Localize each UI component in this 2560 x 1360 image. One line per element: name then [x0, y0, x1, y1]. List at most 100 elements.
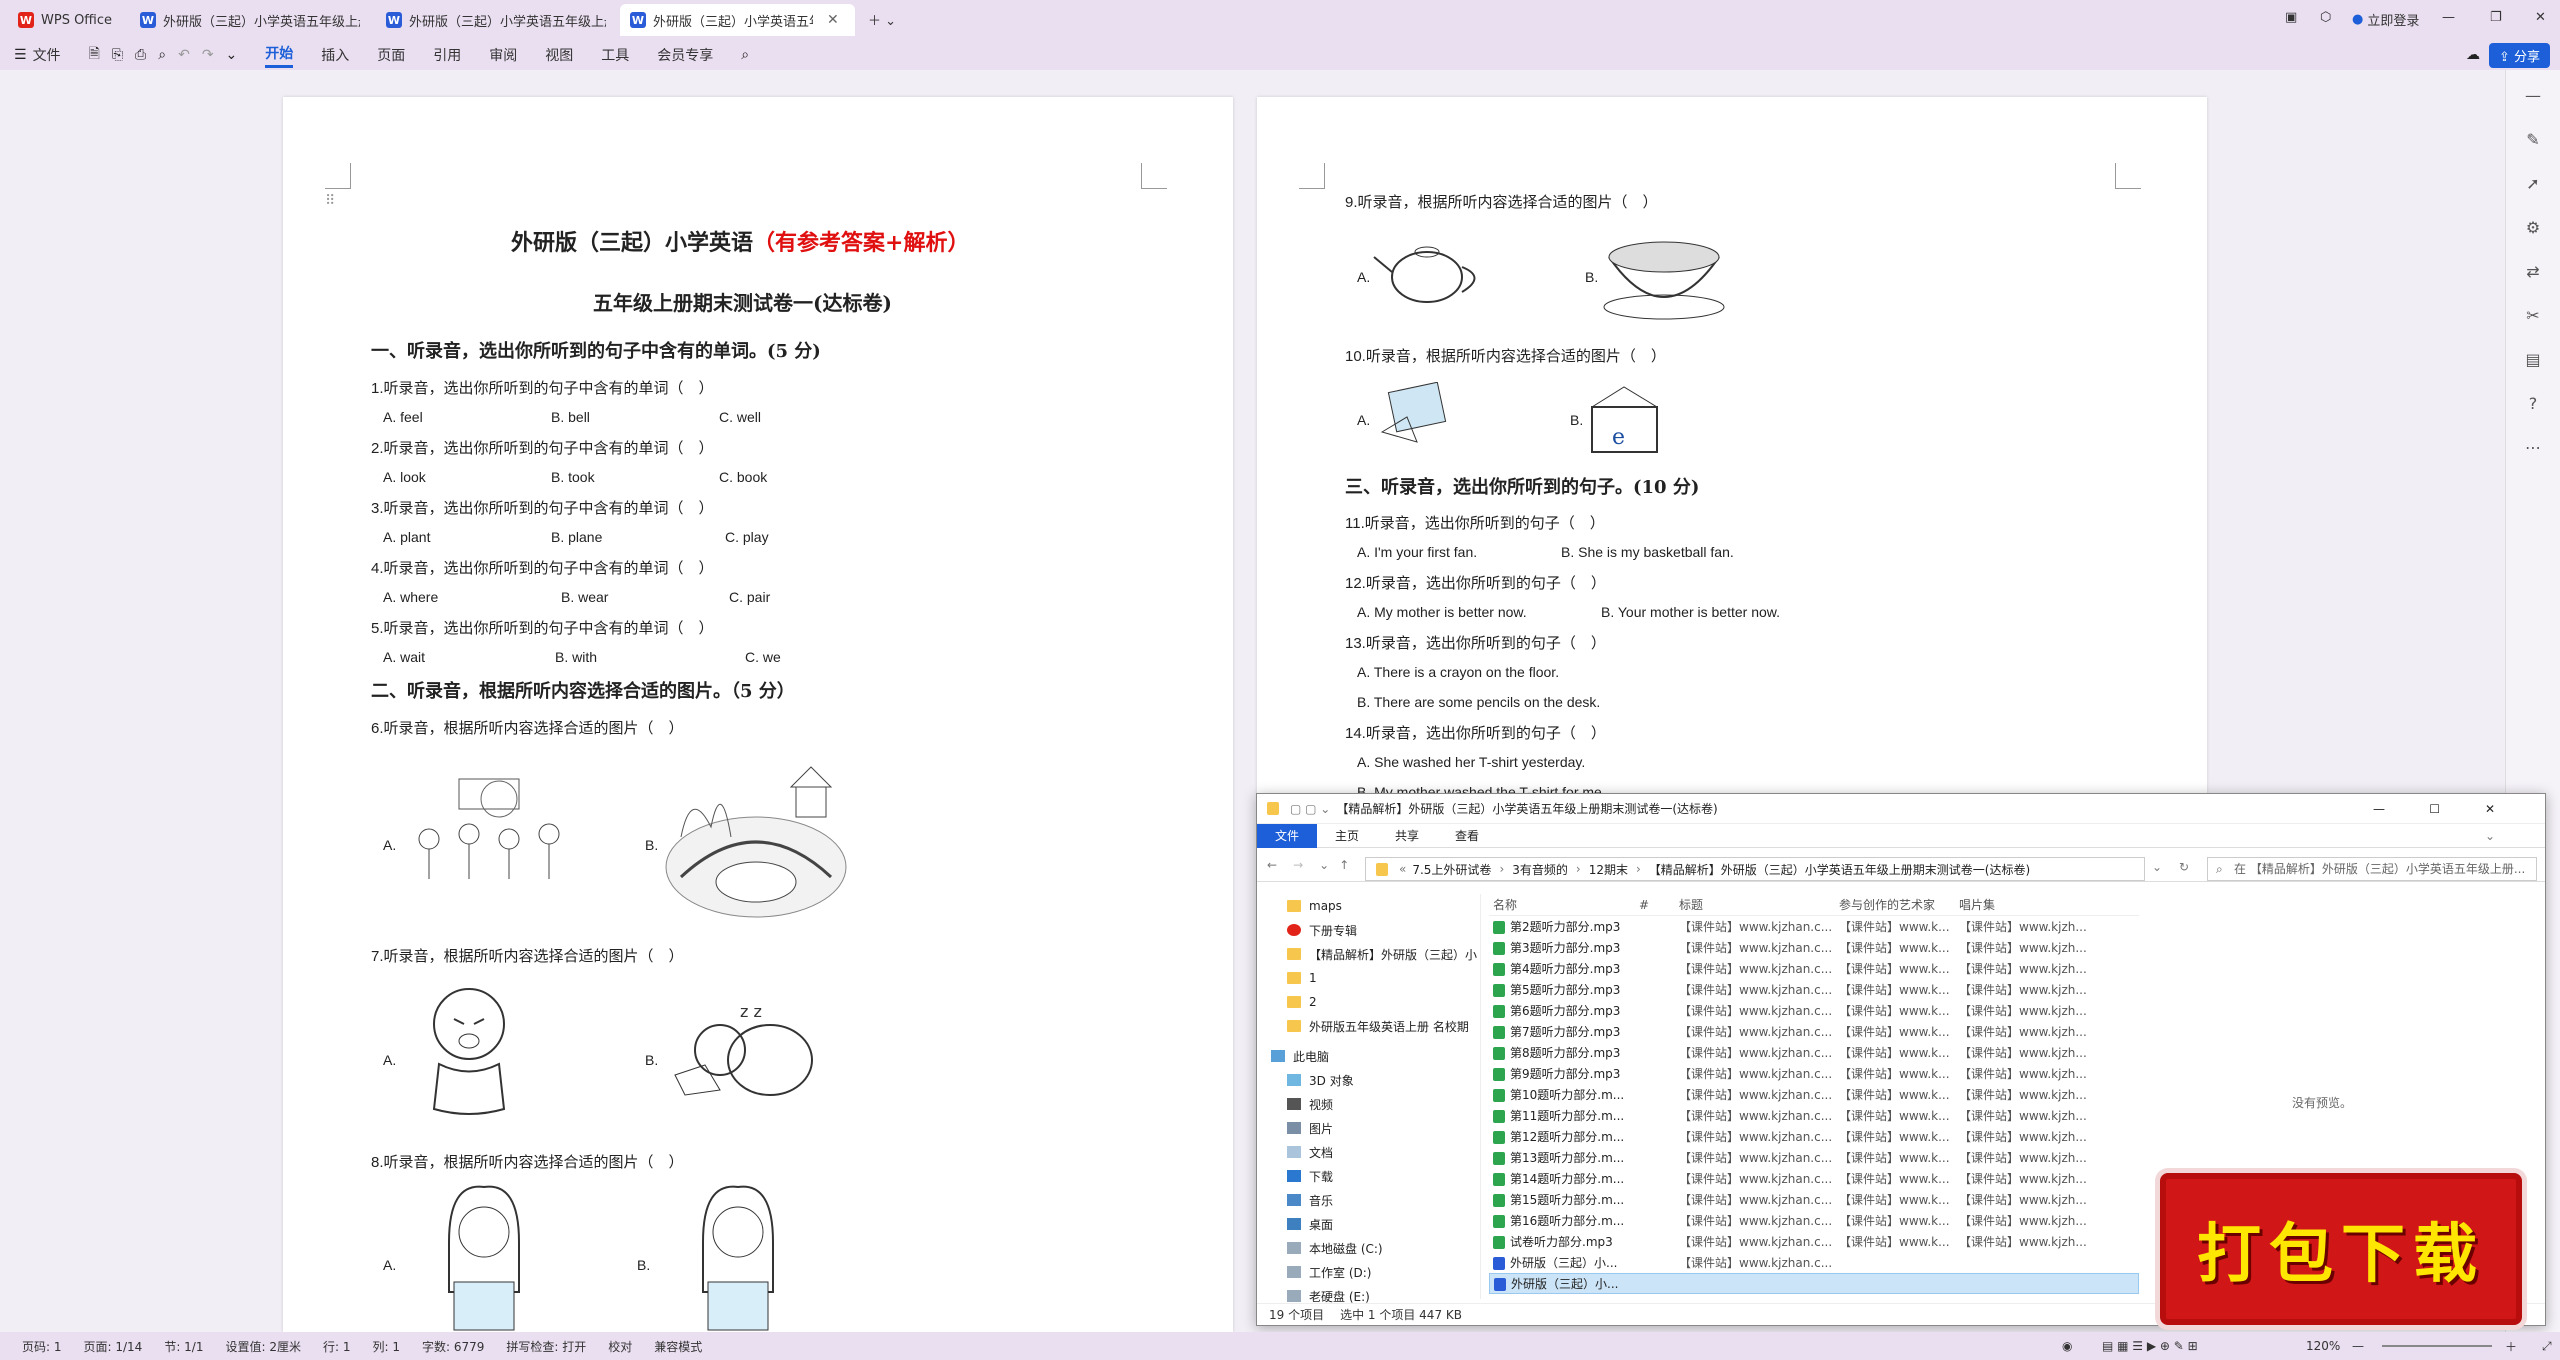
print-icon[interactable]: ⎙: [135, 47, 146, 63]
status-column[interactable]: 列: 1: [372, 1338, 400, 1355]
export-icon[interactable]: ⎘: [112, 47, 123, 63]
nav-item[interactable]: 1: [1257, 966, 1480, 990]
more-icon[interactable]: ⌄: [226, 47, 238, 63]
nav-item[interactable]: 【精品解析】外研版（三起）小: [1257, 942, 1480, 966]
status-page[interactable]: 页码: 1: [22, 1338, 62, 1355]
explorer-menu-home[interactable]: 主页: [1317, 824, 1377, 848]
nav-item[interactable]: 本地磁盘 (C:): [1257, 1236, 1480, 1260]
file-row[interactable]: 第11题听力部分.m... 【课件站】www.kjzhan.c... 【课件站】ww…: [1489, 1105, 2139, 1126]
dropdown-icon[interactable]: ⌄: [2152, 860, 2162, 874]
nav-item[interactable]: 此电脑: [1257, 1044, 1480, 1068]
minimize-panel-icon[interactable]: —: [2522, 86, 2544, 108]
save-icon[interactable]: 🗎: [89, 43, 100, 67]
file-row[interactable]: 第7题听力部分.mp3 【课件站】www.kjzhan.c... 【课件站】www.…: [1489, 1021, 2139, 1042]
column-artist[interactable]: 参与创作的艺术家: [1839, 896, 1959, 913]
column-album[interactable]: 唱片集: [1959, 896, 2089, 913]
file-row[interactable]: 第6题听力部分.mp3 【课件站】www.kjzhan.c... 【课件站】www.…: [1489, 1000, 2139, 1021]
book-icon[interactable]: ▤: [2522, 350, 2544, 372]
column-name[interactable]: 名称: [1489, 896, 1639, 913]
zoom-level[interactable]: 120%: [2306, 1339, 2340, 1353]
help-icon[interactable]: ?: [2522, 394, 2544, 416]
file-row[interactable]: 第16题听力部分.m... 【课件站】www.kjzhan.c... 【课件站】ww…: [1489, 1210, 2139, 1231]
restore-button[interactable]: ❐: [2490, 10, 2502, 25]
search-input[interactable]: ⌕ 在 【精品解析】外研版（三起）小学英语五年级上册...: [2207, 857, 2537, 881]
file-row[interactable]: 第10题听力部分.m... 【课件站】www.kjzhan.c... 【课件站】ww…: [1489, 1084, 2139, 1105]
recent-icon[interactable]: ⌄: [1319, 858, 1329, 872]
status-pages[interactable]: 页面: 1/14: [84, 1338, 143, 1355]
download-package-badge[interactable]: 打包下载: [2160, 1173, 2522, 1325]
zoom-in-icon[interactable]: ＋: [2505, 1338, 2517, 1355]
select-icon[interactable]: ➚: [2522, 174, 2544, 196]
tools-icon[interactable]: ✂: [2522, 306, 2544, 328]
close-button[interactable]: ✕: [2485, 802, 2495, 816]
file-row[interactable]: 第2题听力部分.mp3 【课件站】www.kjzhan.c... 【课件站】www.…: [1489, 916, 2139, 937]
fit-icon[interactable]: ⤢: [2542, 1339, 2552, 1354]
tab-page[interactable]: 页面: [377, 45, 405, 65]
close-tab-icon[interactable]: ✕: [827, 12, 839, 28]
file-row[interactable]: 第14题听力部分.m... 【课件站】www.kjzhan.c... 【课件站】ww…: [1489, 1168, 2139, 1189]
tab-tools[interactable]: 工具: [601, 45, 629, 65]
nav-item[interactable]: 桌面: [1257, 1212, 1480, 1236]
file-row[interactable]: 第12题听力部分.m... 【课件站】www.kjzhan.c... 【课件站】ww…: [1489, 1126, 2139, 1147]
nav-item[interactable]: 外研版五年级英语上册 名校期: [1257, 1014, 1480, 1038]
maximize-button[interactable]: ☐: [2429, 802, 2440, 816]
tab-document-3[interactable]: W 外研版（三起）小学英语五年... ✕: [620, 4, 855, 36]
file-row[interactable]: 外研版（三起）小...: [1489, 1273, 2139, 1294]
status-proofread[interactable]: 校对: [608, 1338, 632, 1355]
breadcrumb-item[interactable]: 3有音频的: [1512, 861, 1568, 878]
status-setting[interactable]: 设置值: 2厘米: [225, 1338, 301, 1355]
nav-item[interactable]: 音乐: [1257, 1188, 1480, 1212]
settings-icon[interactable]: ⚙: [2522, 218, 2544, 240]
nav-item[interactable]: 2: [1257, 990, 1480, 1014]
share-button[interactable]: ⇪ 分享: [2488, 43, 2550, 68]
undo-icon[interactable]: ↶: [178, 47, 190, 63]
nav-item[interactable]: 视频: [1257, 1092, 1480, 1116]
nav-item[interactable]: 3D 对象: [1257, 1068, 1480, 1092]
nav-item[interactable]: 文档: [1257, 1140, 1480, 1164]
status-wordcount[interactable]: 字数: 6779: [422, 1338, 484, 1355]
explorer-menu-share[interactable]: 共享: [1377, 824, 1437, 848]
layout-icon[interactable]: ▣: [2285, 10, 2297, 25]
pen-icon[interactable]: ✎: [2522, 130, 2544, 152]
tab-wps-home[interactable]: W WPS Office: [8, 4, 122, 36]
tab-view[interactable]: 视图: [545, 45, 573, 65]
status-spellcheck[interactable]: 拼写检查: 打开: [506, 1338, 586, 1355]
nav-item[interactable]: 工作室 (D:): [1257, 1260, 1480, 1284]
nav-item[interactable]: 下载: [1257, 1164, 1480, 1188]
status-row[interactable]: 行: 1: [323, 1338, 351, 1355]
tab-reference[interactable]: 引用: [433, 45, 461, 65]
tab-home[interactable]: 开始: [265, 43, 294, 68]
breadcrumb-item[interactable]: 【精品解析】外研版（三起）小学英语五年级上册期末测试卷一(达标卷): [1649, 861, 2030, 878]
close-window-button[interactable]: ✕: [2535, 10, 2546, 25]
column-title[interactable]: 标题: [1679, 896, 1839, 913]
translate-icon[interactable]: ⇄: [2522, 262, 2544, 284]
back-icon[interactable]: ←: [1267, 858, 1277, 872]
tab-document-2[interactable]: W 外研版（三起）小学英语五年级上册...: [376, 4, 616, 36]
file-row[interactable]: 第3题听力部分.mp3 【课件站】www.kjzhan.c... 【课件站】www.…: [1489, 937, 2139, 958]
hamburger-icon[interactable]: ☰: [14, 47, 27, 63]
nav-item[interactable]: 下册专辑: [1257, 918, 1480, 942]
login-link[interactable]: ● 立即登录: [2352, 10, 2419, 29]
file-row[interactable]: 第5题听力部分.mp3 【课件站】www.kjzhan.c... 【课件站】www.…: [1489, 979, 2139, 1000]
search-icon[interactable]: ⌕: [741, 47, 749, 63]
address-bar[interactable]: « 7.5上外研试卷 › 3有音频的 › 12期末 › 【精品解析】外研版（三起…: [1365, 857, 2145, 881]
refresh-icon[interactable]: ↻: [2179, 860, 2189, 874]
tab-document-1[interactable]: W 外研版（三起）小学英语五年级上册...: [130, 4, 370, 36]
file-row[interactable]: 外研版（三起）小... 【课件站】www.kjzhan.c...: [1489, 1252, 2139, 1273]
file-row[interactable]: 第8题听力部分.mp3 【课件站】www.kjzhan.c... 【课件站】www.…: [1489, 1042, 2139, 1063]
new-tab-button[interactable]: ＋ ⌄: [868, 10, 896, 29]
forward-icon[interactable]: →: [1293, 858, 1303, 872]
file-row[interactable]: 第13题听力部分.m... 【课件站】www.kjzhan.c... 【课件站】ww…: [1489, 1147, 2139, 1168]
file-row[interactable]: 试卷听力部分.mp3 【课件站】www.kjzhan.c... 【课件站】www.k…: [1489, 1231, 2139, 1252]
explorer-menu-file[interactable]: 文件: [1257, 823, 1318, 848]
nav-item[interactable]: maps: [1257, 894, 1480, 918]
explorer-menu-view[interactable]: 查看: [1437, 824, 1497, 848]
breadcrumb-item[interactable]: 7.5上外研试卷: [1412, 861, 1491, 878]
zoom-slider[interactable]: [2382, 1345, 2492, 1347]
chevron-down-icon[interactable]: ⌄: [2485, 829, 2495, 843]
view-mode-icons[interactable]: ▤ ▦ ☰ ▶ ⊕ ✎ ⊞: [2102, 1339, 2198, 1353]
zoom-out-icon[interactable]: —: [2352, 1339, 2364, 1353]
file-row[interactable]: 第9题听力部分.mp3 【课件站】www.kjzhan.c... 【课件站】www.…: [1489, 1063, 2139, 1084]
cube-icon[interactable]: ⬡: [2320, 10, 2331, 25]
redo-icon[interactable]: ↷: [202, 47, 214, 63]
